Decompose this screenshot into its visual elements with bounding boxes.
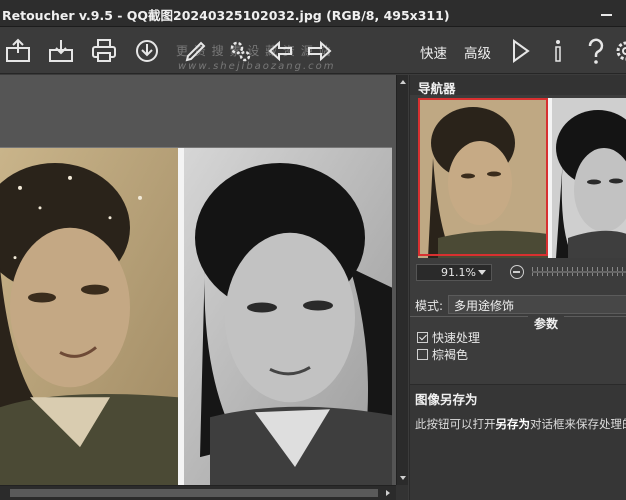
scroll-up-icon[interactable] xyxy=(400,80,406,84)
help-text-prefix: 此按钮可以打开 xyxy=(415,417,496,431)
right-panel: 导航器 91.1% 模式: 多用途修饰 参数 快速处理 棕褐色 图像另存为 此按… xyxy=(409,75,626,500)
download-icon[interactable] xyxy=(133,37,161,65)
chevron-down-icon xyxy=(478,270,486,275)
zoom-level-value: 91.1% xyxy=(441,266,476,279)
title-bar: Retoucher v.9.5 - QQ截图20240325102032.jpg… xyxy=(0,0,626,27)
watermark-text: 更 资 搜 素 设 藏 资 源 站 xyxy=(176,44,332,58)
zoom-out-icon[interactable] xyxy=(510,265,524,279)
help-text-bold: 另存为 xyxy=(495,417,531,431)
scroll-down-icon[interactable] xyxy=(400,476,406,480)
minimize-button[interactable] xyxy=(601,14,612,16)
help-title: 图像另存为 xyxy=(415,392,478,407)
help-text: 此按钮可以打开另存为对话框来保存处理的 xyxy=(415,416,626,432)
photo-preview xyxy=(0,147,392,487)
mode-select[interactable]: 多用途修饰 xyxy=(448,295,626,314)
window-title: Retoucher v.9.5 - QQ截图20240325102032.jpg… xyxy=(2,8,450,23)
navigator-thumbnail[interactable] xyxy=(418,98,626,258)
scroll-right-icon[interactable] xyxy=(386,490,390,496)
print-icon[interactable] xyxy=(90,37,118,65)
sepia-label[interactable]: 棕褐色 xyxy=(432,346,468,363)
image-canvas[interactable] xyxy=(0,75,396,487)
navigator-title: 导航器 xyxy=(410,75,626,96)
help-icon[interactable] xyxy=(582,37,610,65)
help-panel: 图像另存为 此按钮可以打开另存为对话框来保存处理的 xyxy=(410,384,626,500)
open-icon[interactable] xyxy=(4,37,32,65)
quick-process-checkbox[interactable] xyxy=(417,332,428,343)
help-text-suffix: 对话框来保存处理的 xyxy=(530,417,626,431)
advanced-mode-button[interactable]: 高级 xyxy=(464,42,491,62)
watermark-url: www.shejibaozang.com xyxy=(178,61,336,72)
scroll-corner xyxy=(396,485,408,500)
vertical-scrollbar[interactable] xyxy=(396,75,408,485)
zoom-slider[interactable] xyxy=(532,267,626,276)
mode-label: 模式: xyxy=(415,299,444,313)
navigator-viewport-frame[interactable] xyxy=(418,98,548,256)
scroll-thumb[interactable] xyxy=(10,489,378,497)
zoom-controls: 91.1% xyxy=(410,261,626,283)
gear-icon[interactable] xyxy=(612,37,626,65)
params-divider xyxy=(410,316,626,317)
zoom-level-dropdown[interactable]: 91.1% xyxy=(416,264,492,281)
sepia-checkbox[interactable] xyxy=(417,349,428,360)
quick-mode-button[interactable]: 快速 xyxy=(420,42,447,62)
toolbar: 更 资 搜 素 设 藏 资 源 站 www.shejibaozang.com 快… xyxy=(0,27,626,74)
horizontal-scrollbar[interactable] xyxy=(0,485,396,500)
params-label: 参数 xyxy=(528,315,565,332)
quick-process-label[interactable]: 快速处理 xyxy=(432,329,480,346)
save-icon[interactable] xyxy=(47,37,75,65)
play-icon[interactable] xyxy=(506,37,534,65)
info-icon[interactable] xyxy=(544,37,572,65)
